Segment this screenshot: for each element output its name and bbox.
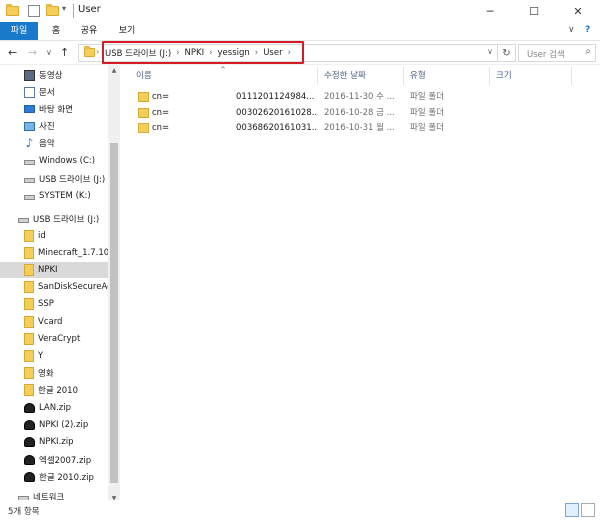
sidebar-item-desktop[interactable]: 바탕 화면 <box>0 101 108 117</box>
table-row[interactable]: cn= 00368620161031... 2016-10-31 월 ... 파… <box>130 121 470 136</box>
up-button[interactable]: ↑ <box>60 46 69 59</box>
search-placeholder: User 검색 <box>527 50 565 60</box>
folder-icon <box>24 350 34 362</box>
maximize-button[interactable]: ☐ <box>512 0 556 22</box>
new-folder-icon[interactable] <box>46 4 59 18</box>
address-folder-icon <box>84 46 95 57</box>
table-row[interactable]: cn= 0111201124984... 2016-11-30 수 ... 파일… <box>130 90 470 105</box>
forward-button[interactable]: → <box>28 46 37 59</box>
sidebar-item-excel-zip[interactable]: 엑셀2007.zip <box>0 452 108 468</box>
address-root-chevron-icon[interactable]: › <box>96 47 99 56</box>
zip-icon <box>24 472 35 482</box>
table-row[interactable]: cn= 00302620161028... 2016-10-28 금 ... 파… <box>130 106 470 121</box>
desktop-icon <box>24 105 35 113</box>
folder-icon <box>24 298 34 310</box>
document-icon <box>24 86 35 98</box>
sidebar-item-documents[interactable]: 문서 <box>0 84 108 100</box>
folder-icon <box>24 316 34 328</box>
window-title: User <box>78 4 101 15</box>
status-bar: 5개 항목 <box>0 500 600 520</box>
sidebar-item-usb-j-expanded[interactable]: USB 드라이브 (J:) <box>0 211 108 227</box>
tab-home[interactable]: 홈 <box>44 22 68 40</box>
zip-icon <box>24 420 35 430</box>
quick-access-dropdown-icon[interactable]: ▾ <box>62 4 66 18</box>
scroll-up-arrow-icon[interactable]: ▲ <box>108 65 120 77</box>
close-button[interactable]: ✕ <box>556 0 600 22</box>
sidebar-item-sandisk[interactable]: SanDiskSecureAccess <box>0 279 108 295</box>
usb-drive-icon <box>24 178 35 183</box>
tab-file[interactable]: 파일 <box>0 22 38 40</box>
column-header-modified[interactable]: 수정한 날짜 <box>320 67 404 85</box>
folder-icon <box>24 264 34 276</box>
column-header-size[interactable]: 크기 <box>492 67 572 85</box>
search-input[interactable]: User 검색 ⌕ <box>518 44 596 62</box>
sidebar-item-lan-zip[interactable]: LAN.zip <box>0 400 108 416</box>
minimize-button[interactable]: ─ <box>468 0 512 22</box>
sidebar-item-pictures[interactable]: 사진 <box>0 118 108 134</box>
navigation-pane: 동영상 문서 바탕 화면 사진 ♪ 음악 Windows (C:) USB 드라이… <box>0 65 120 505</box>
folder-icon <box>138 92 149 102</box>
sidebar-item-minecraft[interactable]: Minecraft_1.7.10 <box>0 245 108 261</box>
folder-icon <box>138 108 149 118</box>
column-header-name[interactable]: 이름 <box>132 67 318 85</box>
sidebar-item-npki-2-zip[interactable]: NPKI (2).zip <box>0 417 108 433</box>
address-history-dropdown[interactable]: ∨ <box>487 47 493 56</box>
sidebar-item-npki-zip[interactable]: NPKI.zip <box>0 434 108 450</box>
title-divider <box>73 4 74 18</box>
folder-icon <box>138 123 149 133</box>
drive-icon <box>24 195 35 200</box>
sidebar-item-hangul-2010[interactable]: 한글 2010 <box>0 382 108 398</box>
sidebar-item-windows-c[interactable]: Windows (C:) <box>0 153 108 169</box>
sidebar-scrollbar[interactable]: ▲ ▼ <box>108 65 120 505</box>
address-highlight-box <box>102 41 304 64</box>
folder-icon <box>24 384 34 396</box>
sidebar-item-veracrypt[interactable]: VeraCrypt <box>0 331 108 347</box>
refresh-button[interactable]: ↻ <box>498 44 516 62</box>
sidebar-item-ssp[interactable]: SSP <box>0 296 108 312</box>
pictures-icon <box>24 121 35 131</box>
sidebar-item-id[interactable]: id <box>0 228 108 244</box>
sidebar-item-movies[interactable]: 영화 <box>0 365 108 381</box>
help-icon[interactable]: ? <box>585 25 590 35</box>
sidebar-item-y[interactable]: Y <box>0 348 108 364</box>
scrollbar-thumb[interactable] <box>110 143 118 483</box>
large-icons-view-button[interactable] <box>581 503 595 517</box>
recent-locations-dropdown[interactable]: ∨ <box>46 48 52 57</box>
item-count: 5개 항목 <box>8 507 40 517</box>
tab-view[interactable]: 보기 <box>112 22 142 40</box>
folder-icon <box>24 333 34 345</box>
sidebar-item-vcard[interactable]: Vcard <box>0 314 108 330</box>
sidebar-item-npki[interactable]: NPKI <box>0 262 108 278</box>
back-button[interactable]: ← <box>8 46 17 59</box>
usb-drive-icon <box>18 218 29 223</box>
properties-icon[interactable] <box>28 5 40 17</box>
video-icon <box>24 69 35 81</box>
ribbon-expand-icon[interactable]: ∨ <box>568 25 575 35</box>
folder-icon <box>24 230 34 242</box>
window-folder-icon <box>6 4 19 18</box>
sidebar-item-music[interactable]: ♪ 음악 <box>0 135 108 151</box>
tab-share[interactable]: 공유 <box>74 22 104 40</box>
folder-icon <box>24 247 34 259</box>
sidebar-item-system-k[interactable]: SYSTEM (K:) <box>0 188 108 204</box>
zip-icon <box>24 455 35 465</box>
sidebar-item-usb-j[interactable]: USB 드라이브 (J:) <box>0 171 108 187</box>
folder-icon <box>24 281 34 293</box>
title-bar: ▾ User ─ ☐ ✕ <box>0 0 600 22</box>
drive-icon <box>24 160 35 165</box>
ribbon-tabs: 파일 홈 공유 보기 ∨ ? <box>0 22 600 40</box>
column-header-type[interactable]: 유형 <box>406 67 490 85</box>
sidebar-item-videos[interactable]: 동영상 <box>0 67 108 83</box>
details-view-button[interactable] <box>565 503 579 517</box>
sidebar-item-hangul-zip[interactable]: 한글 2010.zip <box>0 469 108 485</box>
music-icon: ♪ <box>25 135 34 150</box>
zip-icon <box>24 403 35 413</box>
zip-icon <box>24 437 35 447</box>
folder-icon <box>24 367 34 379</box>
search-icon[interactable]: ⌕ <box>585 46 591 57</box>
